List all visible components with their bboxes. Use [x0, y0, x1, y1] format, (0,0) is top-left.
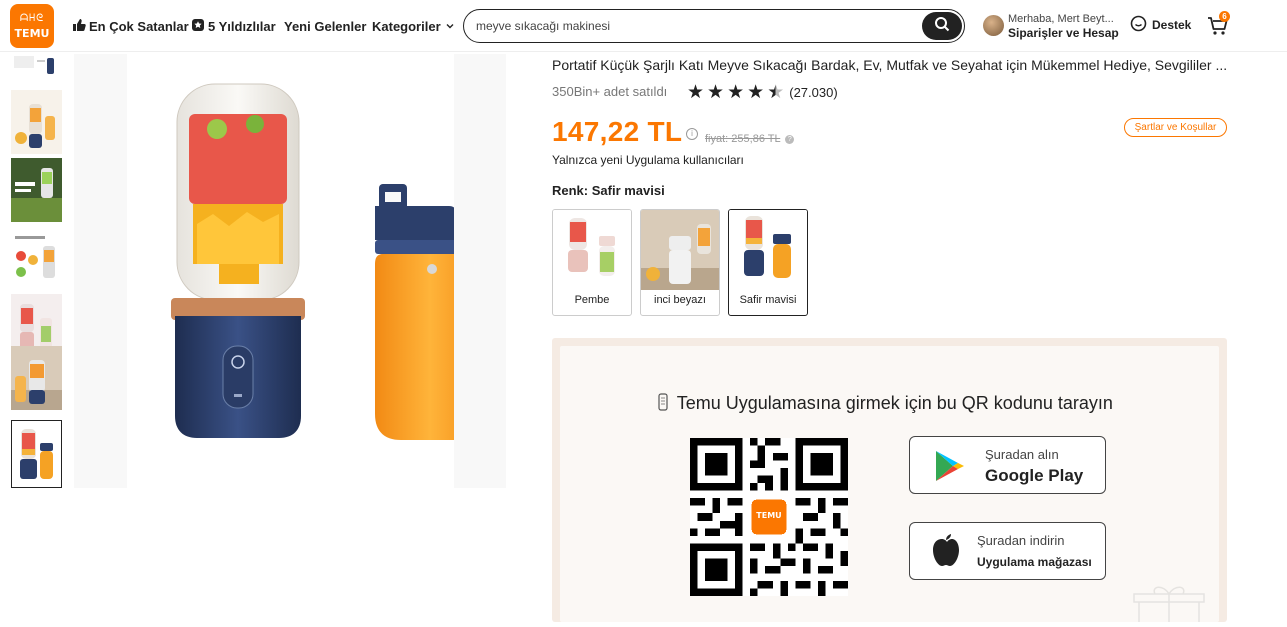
orders-account-label: Siparişler ve Hesap [1008, 26, 1119, 40]
nav-five-stars[interactable]: 5 Yıldızlılar [191, 17, 276, 35]
avatar[interactable] [983, 15, 1004, 36]
rating-stars[interactable]: ★ ★ ★ ★ ★ (27.030) [687, 82, 838, 102]
search-bar [463, 9, 965, 43]
thumbnail-6[interactable] [11, 346, 62, 410]
variant-image [641, 210, 719, 290]
google-play-small: Şuradan alın [985, 447, 1059, 462]
qr-card: Temu Uygulamasına girmek için bu QR kodu… [560, 346, 1219, 622]
color-label: Renk: Safir mavisi [552, 183, 665, 198]
new-user-note: Yalnızca yeni Uygulama kullanıcıları [552, 153, 744, 167]
qr-title-text: Temu Uygulamasına girmek için bu QR kodu… [676, 393, 1113, 413]
support-label: Destek [1152, 18, 1192, 32]
original-price: fiyat: 255,86 TL ? [705, 133, 795, 145]
star-icon: ★ [707, 81, 725, 103]
search-input[interactable] [476, 17, 916, 35]
support-link[interactable]: Destek [1130, 15, 1192, 35]
top-bar: ᗩᕼᘓ TEMU En Çok Satanlar 5 Yıldızlılar Y… [0, 0, 1287, 52]
apple-icon [930, 533, 962, 574]
temu-logo[interactable]: ᗩᕼᘓ TEMU [10, 4, 54, 48]
variant-image [553, 210, 631, 290]
star-badge-icon [191, 18, 205, 35]
variant-label: Pembe [574, 294, 610, 306]
decorative-gift-icon [1129, 582, 1209, 622]
app-store-big: Uygulama mağazası [977, 555, 1092, 569]
chevron-down-icon [445, 19, 455, 34]
logo-glyphs: ᗩᕼᘓ [19, 13, 45, 24]
star-icon: ★ [687, 81, 705, 103]
greeting-text: Merhaba, Mert Beyt... [1008, 13, 1114, 25]
cart-count-badge: 6 [1219, 11, 1230, 22]
nav-label: Kategoriler [372, 18, 441, 34]
nav-new-arrivals[interactable]: Yeni Gelenler [284, 17, 366, 35]
product-photo [127, 54, 485, 488]
thumbnail-3[interactable] [11, 158, 62, 222]
account-menu[interactable]: Merhaba, Mert Beyt... Siparişler ve Hesa… [1008, 13, 1120, 40]
qr-code: TEMU [690, 438, 848, 596]
app-store-small: Şuradan indirin [977, 533, 1065, 548]
thumbnail-1[interactable] [11, 54, 62, 78]
nav-label: Yeni Gelenler [284, 18, 367, 34]
thumbs-up-icon [72, 18, 86, 35]
logo-text: TEMU [14, 27, 50, 40]
variant-pembe[interactable]: Pembe [552, 209, 632, 316]
thumbnail-4[interactable] [11, 226, 62, 290]
thumbnail-2[interactable] [11, 90, 62, 154]
thumbnail-7[interactable] [11, 420, 62, 488]
product-title: Portatif Küçük Şarjlı Katı Meyve Sıkacağ… [552, 57, 1228, 73]
google-play-big: Google Play [985, 466, 1084, 485]
qr-title: Temu Uygulamasına girmek için bu QR kodu… [658, 393, 1113, 416]
main-product-image[interactable] [74, 54, 506, 488]
nav-best-sellers[interactable]: En Çok Satanlar [72, 17, 189, 35]
half-star-icon: ★ [767, 81, 785, 103]
original-price-label: fiyat: 255,86 TL [705, 133, 781, 145]
search-icon [934, 16, 950, 37]
variant-inci-beyazi[interactable]: inci beyazı [640, 209, 720, 316]
variant-safir-mavisi[interactable]: Safir mavisi [728, 209, 808, 316]
variant-label: inci beyazı [654, 294, 706, 306]
app-qr-panel: Temu Uygulamasına girmek için bu QR kodu… [552, 338, 1227, 622]
question-icon[interactable]: ? [785, 134, 795, 144]
chat-support-icon [1130, 15, 1147, 35]
cart-icon [1207, 17, 1229, 41]
google-play-button[interactable]: Şuradan alın Google Play [909, 436, 1106, 494]
terms-button[interactable]: Şartlar ve Koşullar [1124, 118, 1227, 137]
rating-count: (27.030) [789, 84, 838, 100]
search-button[interactable] [922, 12, 962, 40]
sold-count: 350Bin+ adet satıldı [552, 84, 668, 99]
phone-icon [658, 393, 668, 416]
star-icon: ★ [747, 81, 765, 103]
google-play-icon [934, 449, 966, 488]
variant-label: Safir mavisi [739, 294, 797, 306]
nav-label: 5 Yıldızlılar [208, 18, 276, 34]
current-price: 147,22 TL [552, 116, 683, 147]
nav-label: En Çok Satanlar [89, 18, 189, 34]
qr-logo-text: TEMU [756, 511, 782, 520]
star-icon: ★ [727, 81, 745, 103]
app-store-button[interactable]: Şuradan indirin Uygulama mağazası [909, 522, 1106, 580]
variant-image [729, 210, 807, 290]
nav-categories[interactable]: Kategoriler [372, 17, 455, 35]
price-info-icon[interactable]: i [686, 128, 698, 140]
